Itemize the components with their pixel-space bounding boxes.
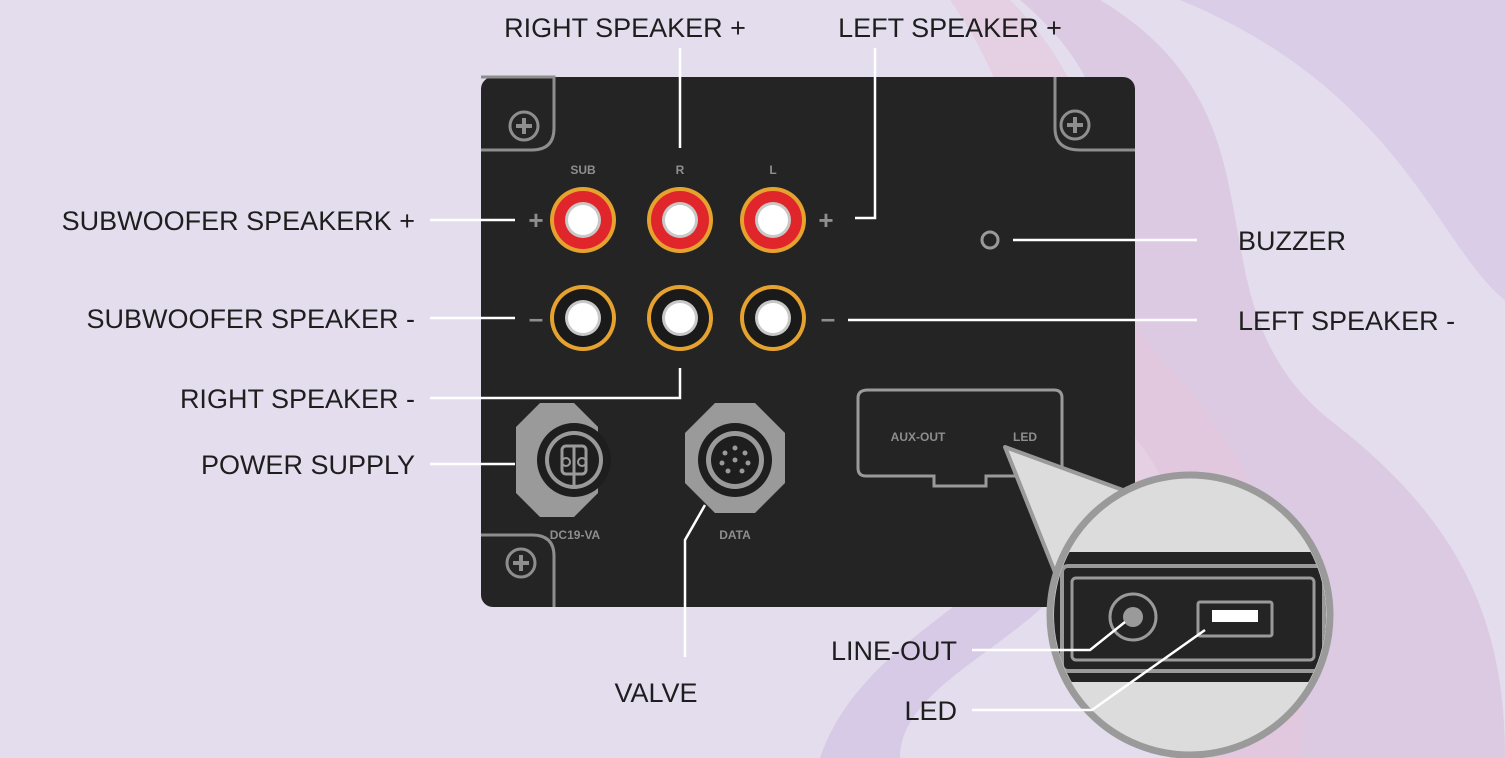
terminal-label-l: L — [769, 163, 776, 177]
aux-out-label: AUX-OUT — [891, 430, 946, 444]
terminal-label-r: R — [676, 163, 685, 177]
terminal-sub-negative — [550, 285, 616, 351]
label-left-speaker-minus: LEFT SPEAKER - — [1238, 306, 1455, 336]
terminal-left-positive — [740, 187, 806, 253]
label-right-speaker-minus: RIGHT SPEAKER - — [180, 384, 415, 414]
data-label: DATA — [719, 528, 751, 542]
terminal-right-positive — [647, 187, 713, 253]
label-line-out: LINE-OUT — [831, 636, 957, 666]
terminal-label-sub: SUB — [570, 163, 596, 177]
plus-sign-right: + — [818, 205, 833, 235]
dc-label: DC19-VA — [550, 528, 601, 542]
label-buzzer: BUZZER — [1238, 226, 1346, 256]
label-left-speaker-plus: LEFT SPEAKER + — [838, 13, 1062, 43]
minus-sign-left: – — [529, 303, 543, 333]
minus-sign-right: – — [821, 303, 835, 333]
label-power-supply: POWER SUPPLY — [201, 450, 415, 480]
terminal-right-negative — [647, 285, 713, 351]
module-led-label: LED — [1013, 430, 1037, 444]
label-subwoofer-plus: SUBWOOFER SPEAKERK + — [62, 206, 415, 236]
terminal-sub-positive — [550, 187, 616, 253]
label-led: LED — [904, 696, 957, 726]
terminal-left-negative — [740, 285, 806, 351]
label-subwoofer-minus: SUBWOOFER SPEAKER - — [86, 304, 415, 334]
plus-sign-left: + — [528, 205, 543, 235]
label-valve: VALVE — [614, 678, 697, 708]
data-connector-icon — [685, 403, 785, 513]
speaker-wiring-diagram: SUB R L + + – – DC19-VA DATA AUX-OUT LED… — [0, 0, 1505, 758]
label-right-speaker-plus: RIGHT SPEAKER + — [504, 13, 746, 43]
